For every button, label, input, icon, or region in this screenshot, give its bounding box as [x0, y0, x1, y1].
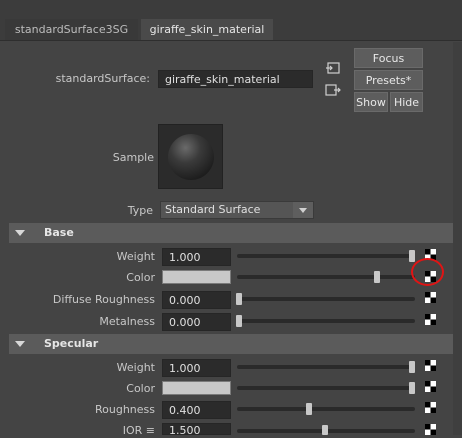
highlight-annotation-circle: [411, 258, 444, 286]
roughness-map-icon[interactable]: [425, 402, 436, 413]
diffuse-roughness-slider-thumb[interactable]: [236, 293, 242, 305]
tab-standard-surface-sg[interactable]: standardSurface3SG: [5, 19, 138, 40]
type-dropdown[interactable]: Standard Surface: [160, 201, 314, 219]
section-base-title: Base: [44, 226, 74, 239]
tab-divider: [0, 40, 462, 41]
node-type-label: standardSurface:: [55, 72, 150, 85]
roughness-label: Roughness: [94, 403, 155, 416]
base-weight-field[interactable]: 1.000: [162, 248, 231, 266]
scrollbar[interactable]: [453, 42, 462, 435]
diffuse-roughness-slider[interactable]: [237, 297, 415, 301]
roughness-field[interactable]: 0.400: [162, 401, 231, 419]
material-sample-swatch: [158, 124, 223, 189]
specular-weight-map-icon[interactable]: [425, 360, 436, 371]
specular-weight-slider-thumb[interactable]: [409, 361, 415, 373]
section-specular-title: Specular: [44, 337, 99, 350]
specular-color-label: Color: [126, 382, 155, 395]
collapse-triangle-icon: [15, 341, 25, 347]
diffuse-roughness-map-icon[interactable]: [425, 292, 436, 303]
section-specular-header[interactable]: Specular: [9, 334, 453, 354]
base-color-slider[interactable]: [237, 275, 415, 279]
presets-button[interactable]: Presets*: [354, 70, 423, 90]
metalness-label: Metalness: [99, 315, 155, 328]
metalness-field[interactable]: 0.000: [162, 313, 231, 331]
sample-label: Sample: [112, 151, 154, 164]
collapse-triangle-icon: [15, 230, 25, 236]
specular-weight-slider[interactable]: [237, 365, 415, 369]
type-label: Type: [127, 204, 153, 217]
hide-button[interactable]: Hide: [390, 92, 423, 112]
metalness-slider[interactable]: [237, 319, 415, 323]
specular-weight-field[interactable]: 1.000: [162, 359, 231, 377]
show-button[interactable]: Show: [354, 92, 388, 112]
tab-giraffe-skin-material[interactable]: giraffe_skin_material: [141, 19, 273, 40]
tab-bar: standardSurface3SG giraffe_skin_material: [0, 0, 462, 41]
node-name-field[interactable]: giraffe_skin_material: [158, 70, 313, 88]
base-weight-label: Weight: [116, 250, 155, 263]
specular-color-slider[interactable]: [237, 386, 415, 390]
base-color-swatch[interactable]: [162, 270, 231, 284]
diffuse-roughness-field[interactable]: 0.000: [162, 291, 231, 309]
metalness-map-icon[interactable]: [425, 314, 436, 325]
ior-map-icon[interactable]: [425, 424, 436, 435]
specular-color-map-icon[interactable]: [425, 381, 436, 392]
section-base-header[interactable]: Base: [9, 223, 453, 243]
base-weight-slider[interactable]: [237, 254, 415, 258]
input-connections-icon[interactable]: [325, 60, 341, 76]
base-color-slider-thumb[interactable]: [374, 271, 380, 283]
focus-button[interactable]: Focus: [354, 48, 423, 68]
roughness-slider-thumb[interactable]: [306, 403, 312, 415]
base-color-label: Color: [126, 271, 155, 284]
chevron-down-icon: [293, 202, 313, 218]
specular-color-swatch[interactable]: [162, 381, 231, 395]
diffuse-roughness-label: Diffuse Roughness: [52, 293, 155, 306]
ior-label: IOR ≡: [122, 424, 155, 437]
type-dropdown-value: Standard Surface: [165, 203, 261, 216]
metalness-slider-thumb[interactable]: [236, 315, 242, 327]
sample-sphere: [168, 134, 214, 180]
output-connections-icon[interactable]: [325, 82, 341, 98]
roughness-slider[interactable]: [237, 407, 415, 411]
ior-slider-thumb[interactable]: [322, 425, 328, 435]
specular-color-slider-thumb[interactable]: [409, 382, 415, 394]
ior-field[interactable]: 1.500: [162, 423, 231, 437]
specular-weight-label: Weight: [116, 361, 155, 374]
base-weight-slider-thumb[interactable]: [409, 250, 415, 262]
